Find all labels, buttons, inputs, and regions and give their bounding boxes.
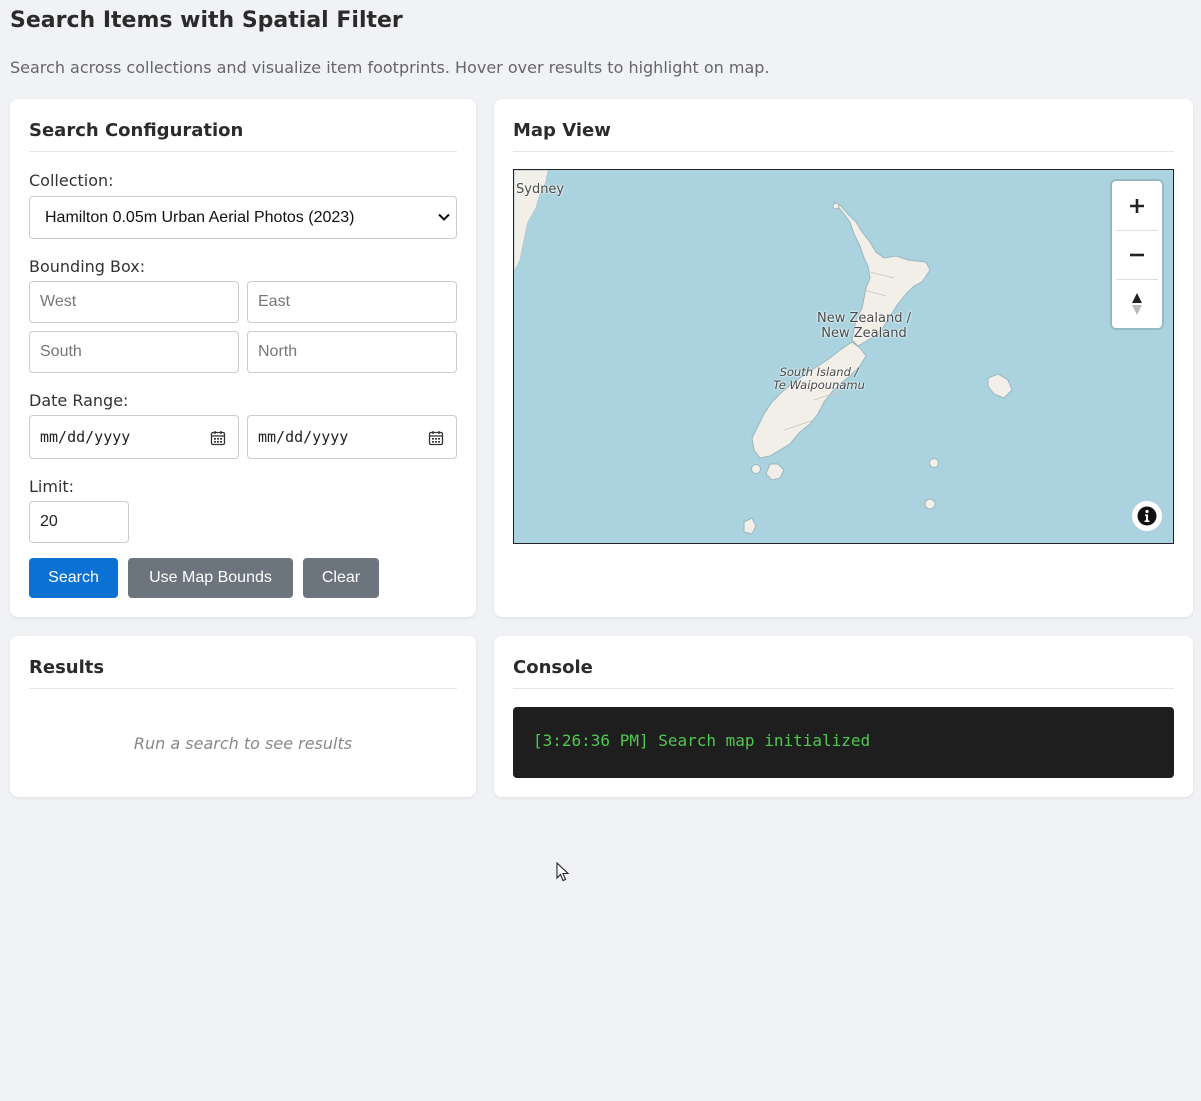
- clear-button[interactable]: Clear: [303, 558, 379, 598]
- north-input[interactable]: [247, 331, 457, 373]
- start-date-placeholder: mm/dd/yyyy: [40, 428, 131, 446]
- console-heading: Console: [513, 636, 1174, 689]
- date-range-label: Date Range:: [29, 391, 129, 410]
- collection-label: Collection:: [29, 171, 114, 190]
- page-title: Search Items with Spatial Filter: [10, 8, 403, 33]
- use-map-bounds-button[interactable]: Use Map Bounds: [128, 558, 293, 598]
- calendar-icon[interactable]: [210, 430, 226, 446]
- results-heading: Results: [29, 636, 457, 689]
- calendar-icon[interactable]: [428, 430, 444, 446]
- east-input[interactable]: [247, 281, 457, 323]
- map-view-heading: Map View: [513, 99, 1174, 152]
- map-label-new-zealand-line2: New Zealand: [821, 325, 907, 341]
- results-empty-message: Run a search to see results: [133, 734, 353, 753]
- map-view-panel: Map View Sydney New Zealand / New Zealan…: [494, 99, 1193, 617]
- map-label-sydney: Sydney: [516, 182, 565, 197]
- search-configuration-panel: Search Configuration Collection: Hamilto…: [10, 99, 476, 617]
- results-panel: Results Run a search to see results: [10, 636, 476, 797]
- map-label-south-island: South Island / Te Waipounamu: [764, 365, 874, 393]
- map-label-south-island-line2: Te Waipounamu: [773, 378, 865, 393]
- minus-icon: [1130, 253, 1144, 256]
- plus-icon: [1130, 198, 1144, 213]
- south-input[interactable]: [29, 331, 239, 373]
- collection-select[interactable]: Hamilton 0.05m Urban Aerial Photos (2023…: [29, 196, 457, 239]
- page-subtitle: Search across collections and visualize …: [10, 58, 770, 77]
- map-navigation-control: [1112, 181, 1162, 328]
- limit-label: Limit:: [29, 477, 75, 496]
- map-label-new-zealand-line1: New Zealand /: [817, 311, 911, 326]
- compass-icon: [1132, 292, 1142, 315]
- console-panel: Console [3:26:36 PM] Search map initiali…: [494, 636, 1193, 797]
- reset-bearing-button[interactable]: [1112, 279, 1162, 328]
- zoom-out-button[interactable]: [1112, 230, 1162, 279]
- west-input[interactable]: [29, 281, 239, 323]
- map-label-new-zealand: New Zealand / New Zealand: [804, 311, 924, 342]
- attribution-button[interactable]: [1132, 501, 1162, 531]
- map-canvas[interactable]: Sydney New Zealand / New Zealand South I…: [513, 169, 1174, 544]
- bounding-box-label: Bounding Box:: [29, 257, 146, 276]
- start-date-input[interactable]: mm/dd/yyyy: [29, 415, 239, 459]
- console-output: [3:26:36 PM] Search map initialized: [513, 707, 1174, 778]
- end-date-input[interactable]: mm/dd/yyyy: [247, 415, 457, 459]
- info-icon: [1137, 506, 1157, 526]
- end-date-placeholder: mm/dd/yyyy: [258, 428, 349, 446]
- collection-select-wrapper[interactable]: Hamilton 0.05m Urban Aerial Photos (2023…: [29, 196, 457, 239]
- limit-input[interactable]: [29, 501, 129, 543]
- map-basemap: [514, 170, 1013, 535]
- search-button[interactable]: Search: [29, 558, 118, 598]
- zoom-in-button[interactable]: [1112, 181, 1162, 230]
- search-configuration-heading: Search Configuration: [29, 99, 457, 152]
- mouse-cursor-icon: [556, 862, 570, 882]
- console-line: [3:26:36 PM] Search map initialized: [533, 731, 871, 750]
